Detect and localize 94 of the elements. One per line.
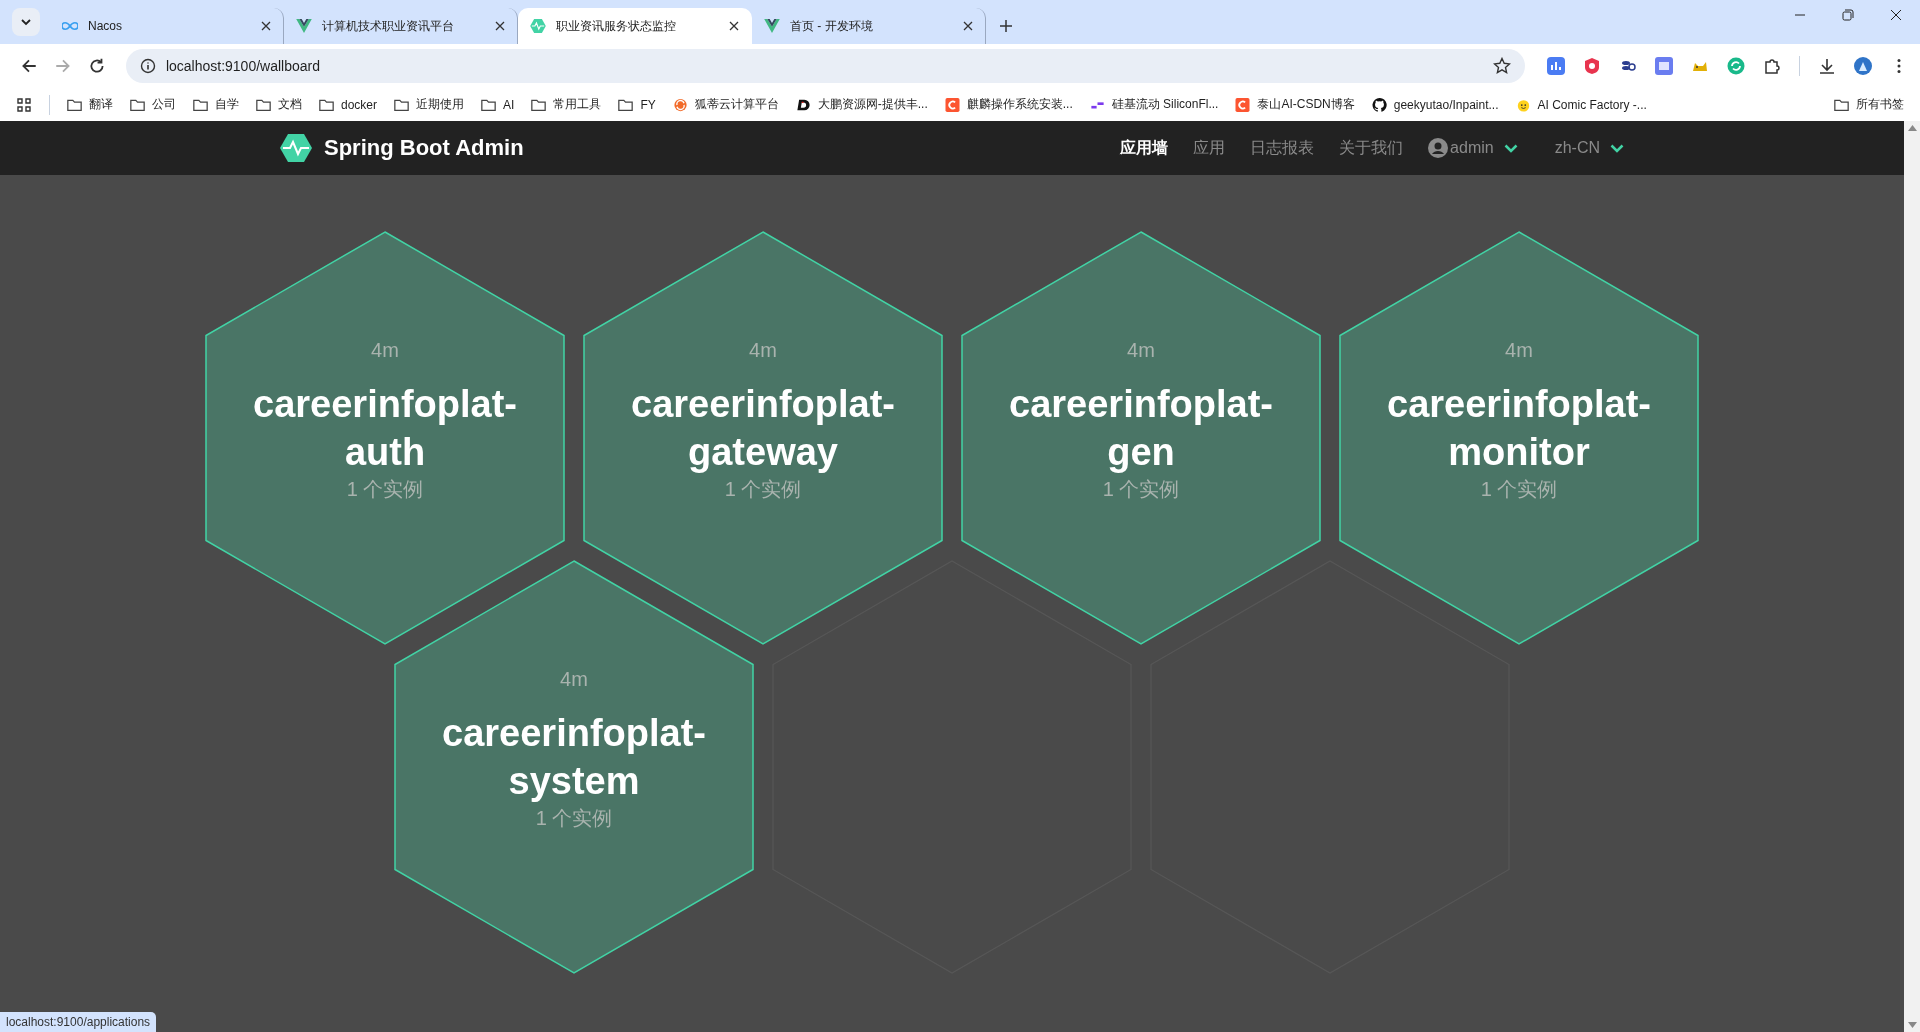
uptime-text: 4m [371,339,399,362]
c-logo-icon [944,97,960,112]
close-icon[interactable] [729,21,739,31]
infinity-icon [62,19,78,33]
instance-count: 1 个实例 [346,477,424,502]
user-icon [1428,138,1449,158]
instance-count: 1 个实例 [1480,477,1558,502]
folder-icon [256,97,271,112]
nav-link[interactable]: 应用墙 [1120,137,1169,159]
smiley-icon [1515,97,1531,112]
address-bar[interactable]: localhost:9100/wallboard [125,49,1525,83]
folder-icon [1834,97,1849,112]
folder-icon [394,97,410,112]
shield-extension-icon[interactable] [1583,57,1601,75]
caret-icon [21,18,31,26]
nav-link[interactable]: 日志报表 [1250,137,1315,159]
new-tab-icon[interactable] [998,18,1014,34]
bookmark[interactable]: AI [481,97,515,112]
close-icon[interactable] [261,21,271,31]
back-icon[interactable] [20,57,38,75]
scrollbar[interactable] [1904,121,1920,1032]
scroll-up-icon[interactable] [1907,125,1917,131]
tab-search-button[interactable] [12,8,40,36]
app-hexagon[interactable] [205,231,565,645]
chart-extension-icon[interactable] [1547,57,1565,75]
uptime-text: 4m [1127,339,1155,362]
app-hexagon[interactable] [1339,231,1699,645]
user-menu[interactable]: admin [1428,138,1518,158]
download-icon[interactable] [1818,57,1836,75]
uptime-text: 4m [1505,339,1533,362]
close-icon[interactable] [495,21,505,31]
bookmark[interactable]: 常用工具 [531,96,602,113]
bookmark[interactable]: 硅基流动 SiliconFl... [1089,96,1219,113]
pulse-hexagon-icon [530,19,546,33]
uptime-text: 4m [560,668,588,691]
instance-count: 1 个实例 [535,806,613,831]
c-logo-icon [1235,97,1251,112]
chevron-down-icon [1610,143,1624,153]
folder-icon [319,97,334,112]
link-preview: localhost:9100/applications [0,1012,157,1032]
close-icon[interactable] [963,21,973,31]
bookmark[interactable]: 自学 [193,96,239,113]
bookmark[interactable]: 翻译 [67,96,113,113]
instance-count: 1 个实例 [1102,477,1180,502]
app-name: careerinfoplat-monitor [1386,382,1652,475]
v-logo-icon [764,19,780,33]
puzzle-icon[interactable] [1763,57,1781,75]
close-icon[interactable] [1890,9,1902,21]
folder-icon [618,97,634,112]
browser-tab[interactable]: 职业资讯服务状态监控 [518,8,752,44]
bookmark[interactable]: geekyutao/Inpaint... [1371,97,1499,112]
folder-icon [130,97,145,112]
folder-icon [531,97,547,112]
app-hexagon[interactable] [583,231,943,645]
info-icon[interactable] [139,58,156,74]
profile-avatar-icon[interactable] [1854,57,1872,75]
square-extension-icon[interactable] [1655,57,1673,75]
all-bookmarks[interactable]: 所有书签 [1834,96,1904,113]
app-hexagon[interactable] [394,560,754,974]
bookmark[interactable]: 大鹏资源网-提供丰... [795,96,928,113]
bookmark[interactable]: AI Comic Factory -... [1515,97,1647,112]
reload-icon[interactable] [87,57,106,75]
restore-icon[interactable] [1842,9,1854,21]
bookmark[interactable]: 文档 [256,96,302,113]
bookmark[interactable]: 狐蒂云计算平台 [672,96,779,113]
star-icon[interactable] [1493,57,1511,75]
uptime-text: 4m [749,339,777,362]
chevron-down-icon [1503,143,1518,153]
bookmark[interactable]: 公司 [130,96,176,113]
bookmark[interactable]: FY [618,97,656,112]
bookmark[interactable]: docker [319,97,378,112]
d-logo-icon [795,97,811,112]
app-name: careerinfoplat-gateway [630,382,896,475]
app-hexagon[interactable] [961,231,1321,645]
folder-icon [193,97,208,112]
nav-link[interactable]: 关于我们 [1339,137,1404,159]
app-name: careerinfoplat-gen [1008,382,1274,475]
instance-count: 1 个实例 [724,477,802,502]
bookmark[interactable]: 麒麟操作系统安装... [944,96,1073,113]
app-name: careerinfoplat-system [441,711,707,804]
swirl-icon [672,97,688,112]
bookmark[interactable]: 近期使用 [394,96,465,113]
app-name: careerinfoplat-auth [252,382,518,475]
folder-icon [481,97,497,112]
pulse-hexagon-logo[interactable] [280,134,312,162]
v-logo-icon [296,19,312,33]
nav-link[interactable]: 应用 [1193,137,1226,159]
bookmark[interactable]: 泰山AI-CSDN博客 [1235,96,1355,113]
github-icon [1371,97,1387,112]
scroll-down-icon[interactable] [1907,1022,1917,1028]
folder-icon [67,97,82,112]
language-menu[interactable]: zh-CN [1554,139,1624,157]
app-title[interactable]: Spring Boot Admin [324,135,524,161]
apps-grid-icon[interactable] [16,96,32,113]
